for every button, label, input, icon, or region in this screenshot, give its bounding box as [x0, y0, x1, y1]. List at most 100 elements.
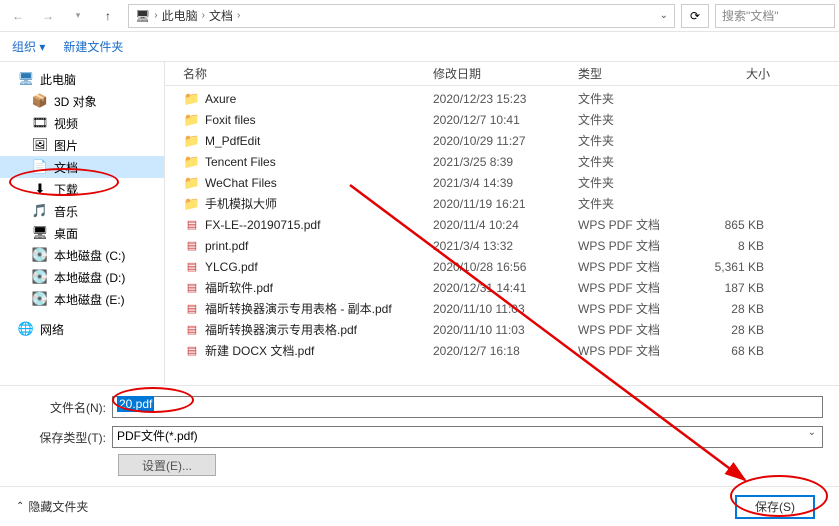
- file-date: 2020/11/4 10:24: [433, 218, 578, 232]
- item-icon: ⬇: [32, 181, 48, 197]
- sidebar-this-pc[interactable]: 🖥 此电脑: [0, 68, 164, 90]
- sidebar-item[interactable]: 🎞视频: [0, 112, 164, 134]
- col-header-type[interactable]: 类型: [578, 65, 690, 82]
- nav-forward-button: →: [34, 3, 62, 29]
- sidebar-item[interactable]: 🖥 桌面: [0, 222, 164, 244]
- refresh-button[interactable]: ⟳: [681, 4, 709, 28]
- sidebar-item-label: 本地磁盘 (E:): [54, 291, 125, 308]
- file-date: 2020/12/7 16:18: [433, 344, 578, 358]
- file-name: YLCG.pdf: [205, 260, 433, 274]
- sidebar-item-label: 图片: [54, 137, 78, 154]
- nav-up-button[interactable]: ↑: [94, 3, 122, 29]
- sidebar-item-label: 此电脑: [40, 71, 76, 88]
- file-type: 文件夹: [578, 132, 690, 149]
- file-type: WPS PDF 文档: [578, 216, 690, 233]
- file-row[interactable]: ▤新建 DOCX 文档.pdf2020/12/7 16:18WPS PDF 文档…: [165, 340, 839, 361]
- nav-back-button[interactable]: ←: [4, 3, 32, 29]
- file-name: 新建 DOCX 文档.pdf: [205, 342, 433, 359]
- file-row[interactable]: ▤福昕转换器演示专用表格.pdf2020/11/10 11:03WPS PDF …: [165, 319, 839, 340]
- settings-button[interactable]: 设置(E)...: [118, 454, 216, 476]
- address-bar[interactable]: 🖥 › 此电脑 › 文档 › ⌄: [128, 4, 675, 28]
- file-type: WPS PDF 文档: [578, 300, 690, 317]
- sidebar-item[interactable]: 🎵 音乐: [0, 200, 164, 222]
- chevron-right-icon: ›: [237, 10, 240, 21]
- sidebar-item[interactable]: 💽 本地磁盘 (E:): [0, 288, 164, 310]
- sidebar-item[interactable]: 📄文档: [0, 156, 164, 178]
- filetype-value: PDF文件(*.pdf): [117, 429, 198, 443]
- file-row[interactable]: ▤print.pdf2021/3/4 13:32WPS PDF 文档8 KB: [165, 235, 839, 256]
- sidebar-network[interactable]: 🌐 网络: [0, 318, 164, 340]
- item-icon: 📦: [32, 93, 48, 109]
- file-date: 2020/12/31 14:41: [433, 281, 578, 295]
- file-date: 2020/12/7 10:41: [433, 113, 578, 127]
- sidebar-item[interactable]: 💽 本地磁盘 (C:): [0, 244, 164, 266]
- sidebar-item[interactable]: ⬇ 下载: [0, 178, 164, 200]
- pdf-icon: ▤: [183, 280, 201, 296]
- hide-folders-label: 隐藏文件夹: [28, 498, 88, 515]
- hide-folders-toggle[interactable]: ⌃ 隐藏文件夹: [16, 498, 88, 515]
- col-header-date[interactable]: 修改日期: [433, 65, 578, 82]
- item-icon: 🖥: [32, 225, 48, 241]
- file-row[interactable]: ▤FX-LE--20190715.pdf2020/11/4 10:24WPS P…: [165, 214, 839, 235]
- pdf-icon: ▤: [183, 217, 201, 233]
- file-row[interactable]: 📁手机模拟大师2020/11/19 16:21文件夹: [165, 193, 839, 214]
- file-size: 28 KB: [690, 323, 770, 337]
- file-row[interactable]: ▤福昕转换器演示专用表格 - 副本.pdf2020/11/10 11:03WPS…: [165, 298, 839, 319]
- file-type: WPS PDF 文档: [578, 279, 690, 296]
- column-headers: 名称 修改日期 类型 大小: [165, 62, 839, 86]
- sidebar-item-label: 音乐: [54, 203, 78, 220]
- file-row[interactable]: ▤福昕软件.pdf2020/12/31 14:41WPS PDF 文档187 K…: [165, 277, 839, 298]
- breadcrumb-current[interactable]: 文档: [205, 7, 237, 24]
- sidebar-item-label: 文档: [54, 159, 78, 176]
- sidebar-item-label: 下载: [54, 181, 78, 198]
- file-size: 5,361 KB: [690, 260, 770, 274]
- save-button[interactable]: 保存(S): [735, 495, 815, 519]
- file-row[interactable]: 📁WeChat Files2021/3/4 14:39文件夹: [165, 172, 839, 193]
- filename-value: 20.pdf: [117, 396, 154, 412]
- new-folder-button[interactable]: 新建文件夹: [63, 38, 123, 55]
- folder-icon: 📁: [183, 133, 201, 149]
- sidebar-item-label: 本地磁盘 (D:): [54, 269, 125, 286]
- folder-icon: 📁: [183, 196, 201, 212]
- file-row[interactable]: 📁Tencent Files2021/3/25 8:39文件夹: [165, 151, 839, 172]
- col-header-name[interactable]: 名称: [183, 65, 433, 82]
- file-row[interactable]: 📁M_PdfEdit2020/10/29 11:27文件夹: [165, 130, 839, 151]
- file-size: 68 KB: [690, 344, 770, 358]
- item-icon: 💽: [32, 247, 48, 263]
- filename-input[interactable]: 20.pdf: [112, 396, 823, 418]
- pc-icon: 🖥: [131, 9, 154, 23]
- item-icon: 🎵: [32, 203, 48, 219]
- sidebar: 🖥 此电脑 📦 3D 对象 🎞视频🖼图片📄文档 ⬇ 下载 🎵 音乐 🖥 桌面 💽 本地磁盘 (C:)…: [0, 62, 165, 385]
- sidebar-item-label: 桌面: [54, 225, 78, 242]
- file-name: 福昕转换器演示专用表格.pdf: [205, 321, 433, 338]
- file-row[interactable]: 📁Foxit files2020/12/7 10:41文件夹: [165, 109, 839, 130]
- file-date: 2021/3/4 13:32: [433, 239, 578, 253]
- sidebar-item[interactable]: 💽本地磁盘 (D:): [0, 266, 164, 288]
- file-date: 2021/3/25 8:39: [433, 155, 578, 169]
- pdf-icon: ▤: [183, 301, 201, 317]
- organize-menu[interactable]: 组织 ▾: [12, 38, 45, 55]
- chevron-down-icon: ⌃: [16, 501, 24, 512]
- file-date: 2021/3/4 14:39: [433, 176, 578, 190]
- chevron-down-icon[interactable]: ⌄: [660, 10, 668, 21]
- pdf-icon: ▤: [183, 343, 201, 359]
- filetype-select[interactable]: PDF文件(*.pdf) ⌄: [112, 426, 823, 448]
- sidebar-item-label: 本地磁盘 (C:): [54, 247, 125, 264]
- sidebar-item-label: 3D 对象: [54, 93, 97, 110]
- item-icon: 💽: [32, 291, 48, 307]
- pdf-icon: ▤: [183, 238, 201, 254]
- col-header-size[interactable]: 大小: [690, 65, 770, 82]
- folder-icon: 📁: [183, 154, 201, 170]
- file-type: WPS PDF 文档: [578, 258, 690, 275]
- sidebar-item[interactable]: 📦 3D 对象: [0, 90, 164, 112]
- sidebar-item-label: 网络: [40, 321, 64, 338]
- breadcrumb-root[interactable]: 此电脑: [158, 7, 202, 24]
- file-date: 2020/10/29 11:27: [433, 134, 578, 148]
- nav-recent-button[interactable]: ▾: [64, 3, 92, 29]
- pdf-icon: ▤: [183, 322, 201, 338]
- file-row[interactable]: ▤YLCG.pdf2020/10/28 16:56WPS PDF 文档5,361…: [165, 256, 839, 277]
- sidebar-item[interactable]: 🖼图片: [0, 134, 164, 156]
- file-type: WPS PDF 文档: [578, 321, 690, 338]
- file-row[interactable]: 📁Axure2020/12/23 15:23文件夹: [165, 88, 839, 109]
- search-input[interactable]: 搜索"文档": [715, 4, 835, 28]
